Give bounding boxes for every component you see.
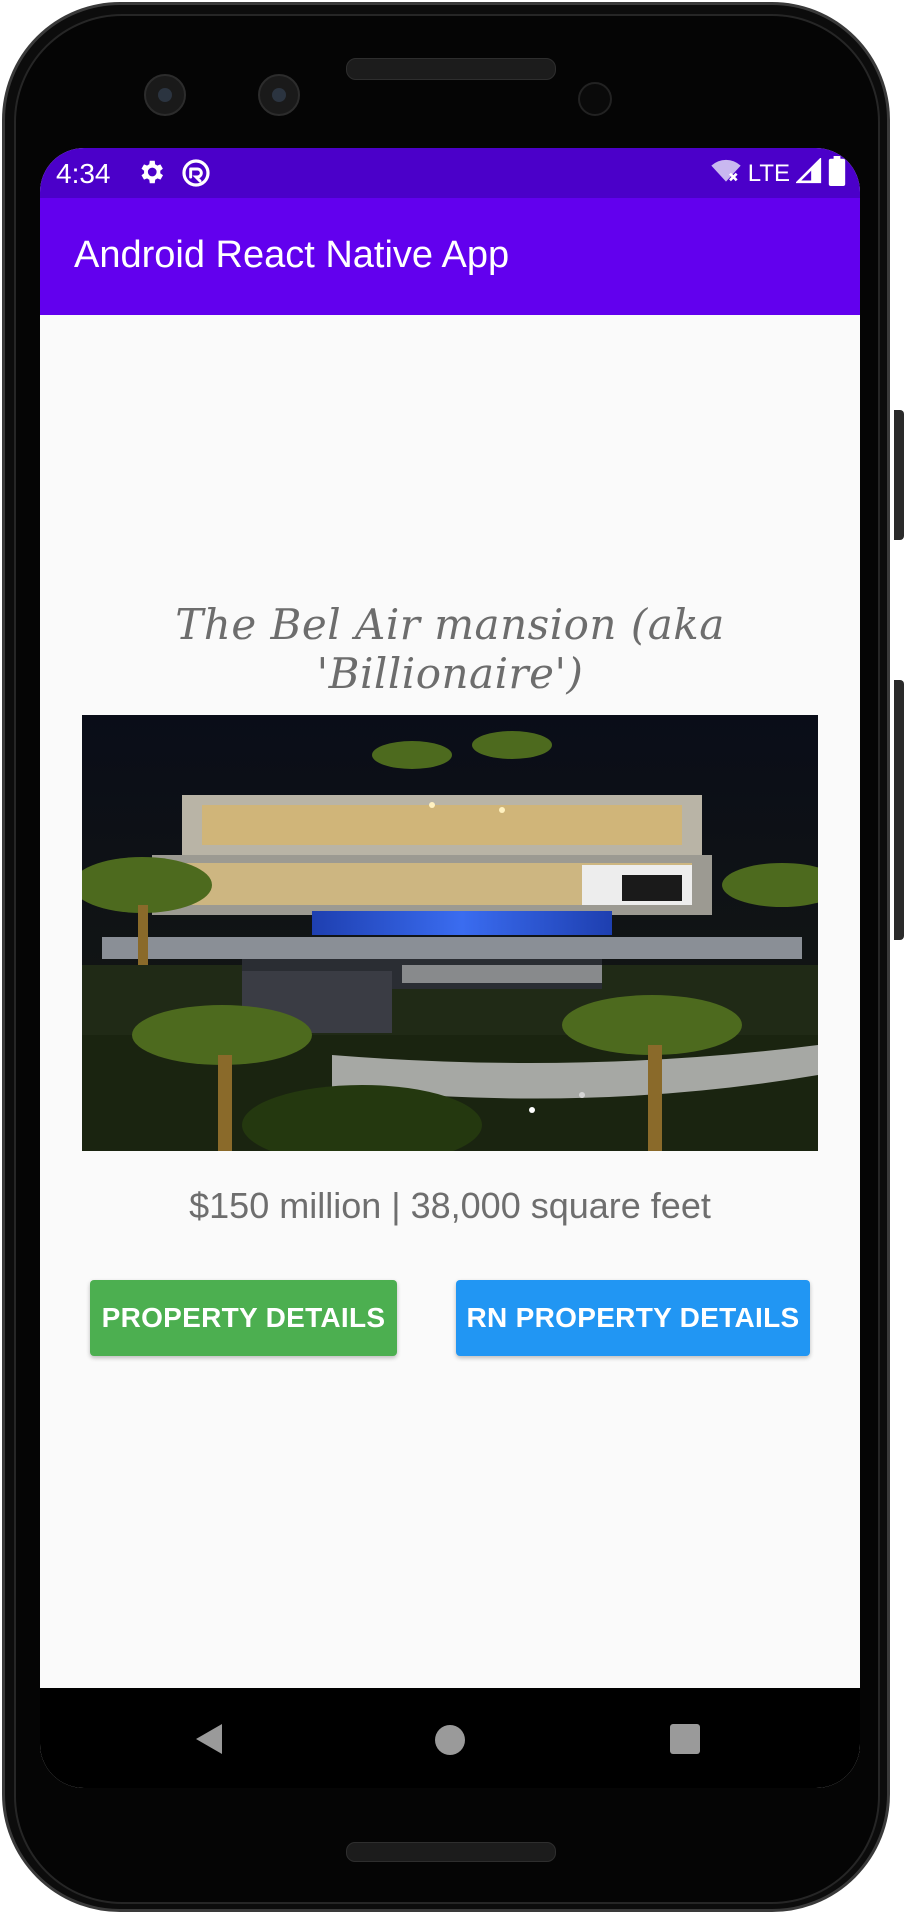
rn-property-details-button[interactable]: RN PROPERTY DETAILS: [456, 1280, 810, 1356]
proximity-sensor: [578, 82, 612, 116]
screen: 4:34 LTE Android React Native App The Be…: [40, 148, 860, 1788]
property-headline: The Bel Air mansion (aka 'Billionaire'): [175, 600, 725, 698]
phone-frame: 4:34 LTE Android React Native App The Be…: [0, 0, 904, 1918]
bottom-speaker: [346, 1842, 556, 1862]
property-image: [82, 715, 818, 1151]
property-summary: $150 million | 38,000 square feet: [189, 1185, 711, 1226]
property-details-button[interactable]: PROPERTY DETAILS: [90, 1280, 397, 1356]
signal-icon: [795, 157, 822, 189]
cast-icon: [180, 157, 212, 194]
wifi-off-icon: [710, 157, 742, 190]
app-bar: Android React Native App: [40, 198, 860, 315]
front-camera-left: [144, 74, 186, 116]
navigation-bar: [40, 1688, 860, 1788]
front-camera-right: [258, 74, 300, 116]
back-icon[interactable]: [192, 1722, 224, 1761]
earpiece-speaker: [346, 58, 556, 80]
network-label: LTE: [747, 159, 790, 187]
gear-icon: [136, 157, 166, 192]
status-bar: 4:34 LTE: [40, 148, 860, 198]
status-right-group: LTE: [710, 156, 846, 191]
power-button: [894, 410, 904, 540]
status-time: 4:34: [56, 158, 111, 189]
home-icon[interactable]: [434, 1724, 466, 1761]
mansion-photo: [82, 715, 818, 1151]
recents-icon[interactable]: [670, 1724, 700, 1759]
volume-button: [894, 680, 904, 940]
main-content: The Bel Air mansion (aka 'Billionaire'): [40, 315, 860, 1688]
app-title: Android React Native App: [74, 234, 510, 276]
battery-icon: [828, 156, 846, 191]
